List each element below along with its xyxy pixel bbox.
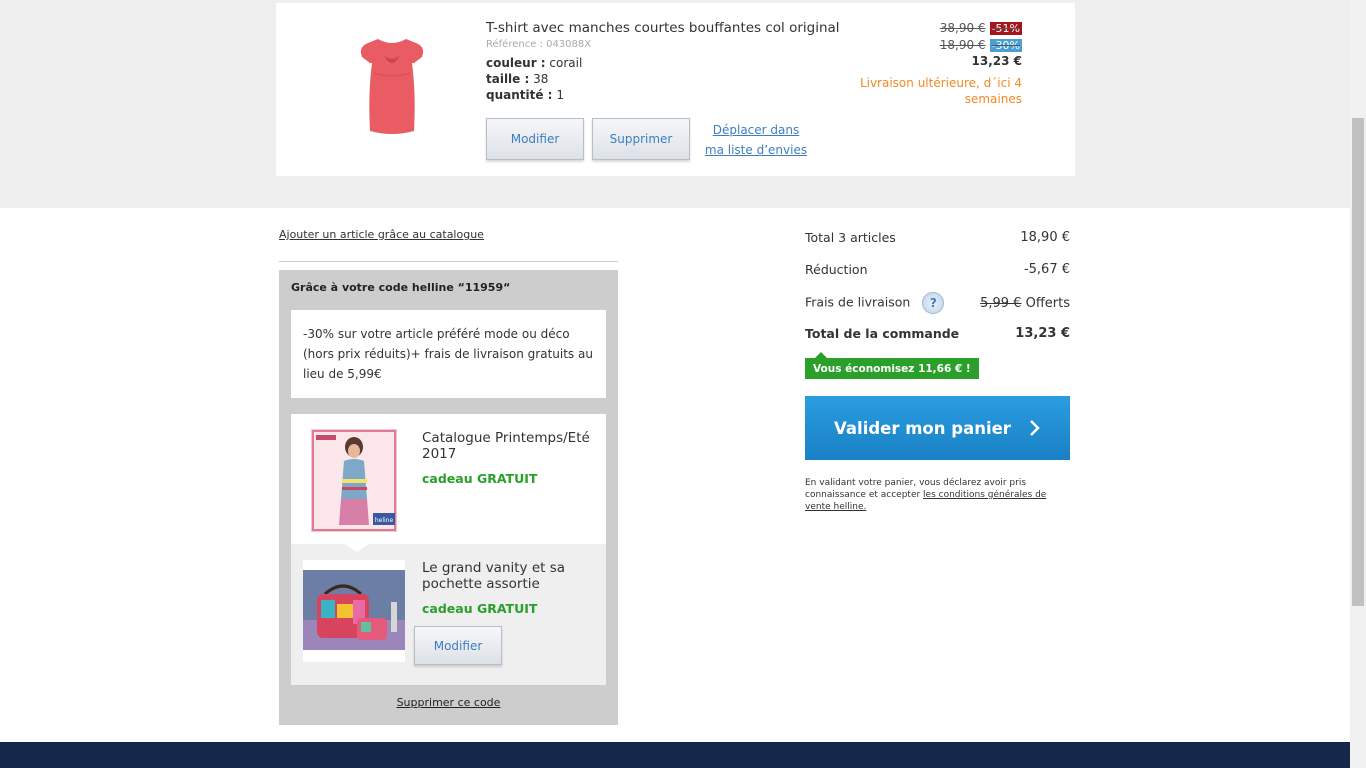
shipping-label-wrap: Frais de livraison ?: [805, 292, 945, 314]
legal-notice: En validant votre panier, vous déclarez …: [805, 477, 1073, 513]
product-color: couleur : corail: [486, 56, 582, 70]
add-from-catalog-link[interactable]: Ajouter un article grâce au catalogue: [279, 228, 484, 241]
price-original-row: 38,90 € -51%: [940, 21, 1022, 35]
promo-code-box: Grâce à votre code helline “11959“ -30% …: [279, 270, 618, 725]
reduction-value: -5,67 €: [1023, 262, 1070, 277]
validate-cart-button[interactable]: Valider mon panier: [805, 396, 1070, 460]
discount-badge-51: -51%: [989, 21, 1022, 35]
delivery-note: Livraison ultérieure, d´ici 4 semaines: [859, 76, 1022, 106]
promo-code-title: Grâce à votre code helline “11959“: [291, 281, 511, 294]
gift-free-label-vanity: cadeau GRATUIT: [422, 601, 538, 616]
gift-list: heline Catalogue Printemps/Eté 2017 cade…: [291, 414, 606, 685]
product-reference: Référence : 043088X: [486, 39, 592, 50]
modify-item-button[interactable]: Modifier: [486, 118, 584, 160]
reduction-label: Réduction: [805, 262, 868, 277]
chevron-right-icon: [1030, 420, 1040, 436]
scrollbar[interactable]: [1350, 0, 1366, 768]
modify-gift-button[interactable]: Modifier: [414, 626, 502, 665]
validate-cart-label: Valider mon panier: [834, 418, 1011, 438]
help-icon[interactable]: ?: [922, 292, 945, 314]
savings-badge: Vous économisez 11,66 € !: [805, 352, 979, 379]
summary-reduction: Réduction -5,67 €: [805, 262, 1070, 277]
gift-free-label-catalog: cadeau GRATUIT: [422, 471, 538, 486]
total-articles-value: 18,90 €: [1020, 230, 1070, 245]
product-quantity: quantité : 1: [486, 88, 564, 102]
color-value: corail: [549, 56, 583, 70]
product-image[interactable]: [356, 33, 428, 137]
shipping-old-price: 5,99 €: [980, 295, 1022, 311]
price-reduced: 18,90 €: [939, 38, 986, 52]
scrollbar-thumb[interactable]: [1352, 118, 1364, 606]
size-value: 38: [533, 72, 549, 86]
divider: [279, 261, 618, 262]
quantity-label: quantité :: [486, 88, 553, 102]
order-total-value: 13,23 €: [1015, 326, 1070, 341]
footer: [0, 742, 1350, 768]
price-reduced-row: 18,90 € -30%: [940, 38, 1022, 52]
catalog-cover-image: heline: [311, 429, 397, 532]
shipping-label: Frais de livraison: [805, 294, 911, 310]
discount-badge-30: -30%: [989, 38, 1022, 52]
order-total-label: Total de la commande: [805, 326, 960, 341]
gift-separator-arrow: [345, 544, 369, 552]
total-articles-label: Total 3 articles: [805, 230, 896, 245]
price-original: 38,90 €: [939, 21, 986, 35]
delete-item-button[interactable]: Supprimer: [592, 118, 690, 160]
shipping-value-wrap: 5,99 € Offerts: [980, 296, 1070, 311]
cart-item-card: T-shirt avec manches courtes bouffantes …: [276, 3, 1075, 176]
promo-description: -30% sur votre article préféré mode ou d…: [291, 310, 606, 398]
product-size: taille : 38: [486, 72, 548, 86]
color-label: couleur :: [486, 56, 546, 70]
summary-shipping: Frais de livraison ? 5,99 € Offerts: [805, 292, 1070, 314]
summary-total-articles: Total 3 articles 18,90 €: [805, 230, 1070, 245]
move-to-wishlist-link[interactable]: Déplacer dans ma liste d’envies: [704, 120, 808, 160]
product-title[interactable]: T-shirt avec manches courtes bouffantes …: [486, 20, 840, 36]
summary-order-total: Total de la commande 13,23 €: [805, 326, 1070, 341]
quantity-value: 1: [556, 88, 564, 102]
svg-text:heline: heline: [375, 517, 394, 524]
vanity-bag-image: [303, 560, 405, 662]
remove-code-link[interactable]: Supprimer ce code: [279, 696, 618, 709]
gift-title-vanity: Le grand vanity et sa pochette assortie: [422, 560, 566, 592]
shipping-value: Offerts: [1025, 295, 1070, 311]
price-final: 13,23 €: [971, 54, 1022, 68]
gift-title-catalog: Catalogue Printemps/Eté 2017: [422, 430, 590, 462]
size-label: taille :: [486, 72, 530, 86]
